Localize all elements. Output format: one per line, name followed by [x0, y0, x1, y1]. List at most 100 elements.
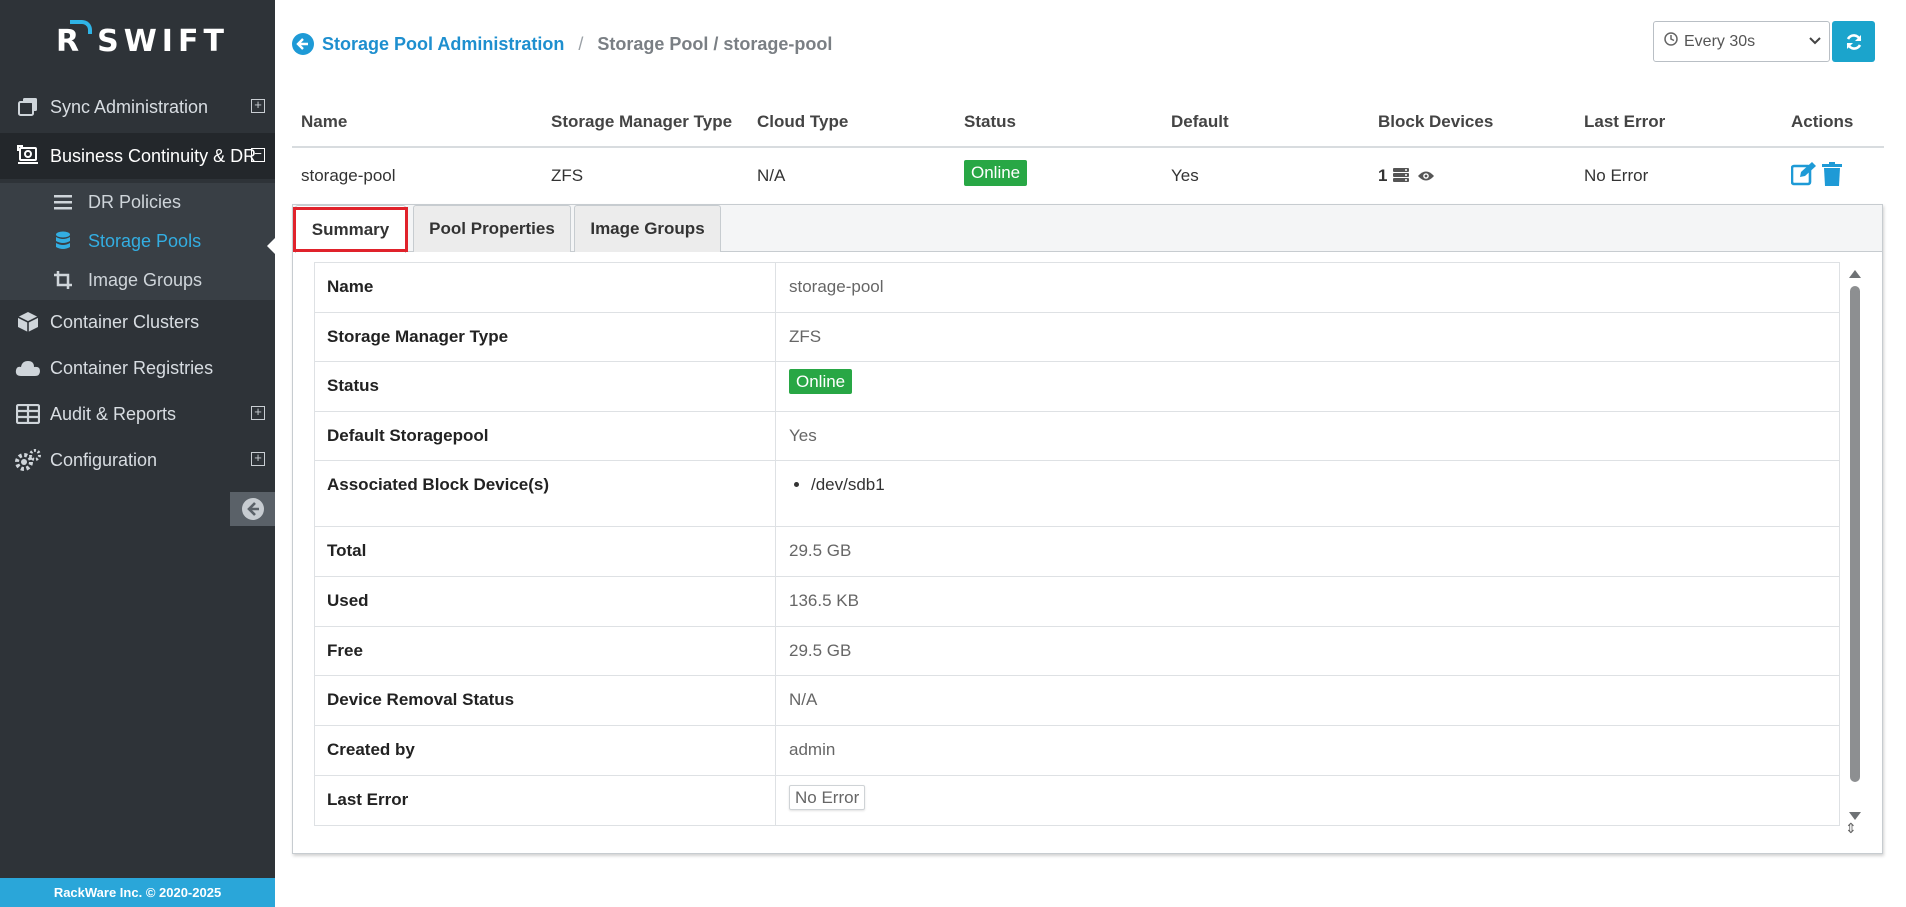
resize-handle-icon[interactable]: ⇕	[1845, 820, 1857, 837]
scrollbar[interactable]	[1846, 262, 1864, 837]
collapse-sidebar-button[interactable]	[230, 492, 275, 526]
summary-row-type: Storage Manager Type ZFS	[314, 313, 1840, 362]
sidebar-item-audit-reports[interactable]: Audit & Reports +	[0, 391, 275, 437]
sidebar-item-business-continuity[interactable]: Business Continuity & DR −	[0, 133, 275, 179]
summary-value: No Error	[789, 785, 866, 810]
copy-icon	[14, 95, 42, 119]
summary-key: Storage Manager Type	[315, 313, 776, 361]
col-block-devices[interactable]: Block Devices	[1378, 112, 1493, 132]
status-badge: Online	[964, 160, 1028, 186]
sidebar-item-dr-policies[interactable]: DR Policies	[0, 183, 275, 221]
summary-row-total: Total 29.5 GB	[314, 527, 1840, 577]
refresh-button[interactable]	[1832, 21, 1875, 62]
scroll-up-arrow[interactable]	[1849, 270, 1861, 278]
arrow-left-circle-icon	[241, 498, 264, 520]
sidebar-item-label: Audit & Reports	[50, 403, 177, 424]
summary-key: Name	[315, 263, 776, 312]
database-icon	[52, 231, 74, 251]
table-header: Name Storage Manager Type Cloud Type Sta…	[292, 100, 1884, 148]
summary-value: 29.5 GB	[789, 641, 852, 660]
sidebar-item-label: Business Continuity & DR	[50, 145, 257, 166]
cell-name: storage-pool	[301, 166, 396, 185]
view-eye-icon[interactable]	[1417, 168, 1435, 188]
sidebar-item-image-groups[interactable]: Image Groups	[0, 261, 275, 299]
edit-icon[interactable]	[1790, 162, 1817, 191]
summary-key: Associated Block Device(s)	[315, 461, 776, 526]
list-icon	[52, 192, 74, 212]
collapse-icon[interactable]: −	[251, 147, 265, 162]
logo: R SWIFT	[56, 19, 229, 59]
table-icon	[14, 402, 42, 426]
cell-cloud-type: N/A	[757, 166, 786, 185]
summary-value: /dev/sdb1	[789, 475, 885, 495]
summary-value: Online	[789, 369, 853, 394]
tab-image-groups[interactable]: Image Groups	[574, 205, 721, 252]
summary-value: admin	[789, 740, 836, 759]
sidebar-item-container-clusters[interactable]: Container Clusters	[0, 299, 275, 345]
chevron-down-icon	[1809, 34, 1821, 53]
summary-row-status: Status Online	[314, 362, 1840, 412]
sidebar-item-label: Container Registries	[50, 357, 214, 378]
refresh-interval-select[interactable]: Every 30s	[1653, 21, 1830, 62]
breadcrumb: Storage Pool Administration / Storage Po…	[292, 33, 832, 55]
sidebar-item-label: Sync Administration	[50, 96, 209, 117]
summary-key: Free	[315, 627, 776, 675]
col-default[interactable]: Default	[1171, 112, 1229, 132]
summary-key: Total	[315, 527, 776, 576]
breadcrumb-link[interactable]: Storage Pool Administration	[322, 34, 564, 55]
tab-summary[interactable]: Summary	[295, 205, 406, 253]
breadcrumb-separator: /	[578, 33, 584, 54]
summary-key: Used	[315, 577, 776, 626]
summary-row-removal: Device Removal Status N/A	[314, 676, 1840, 726]
crop-icon	[52, 270, 74, 290]
sidebar-item-label: Storage Pools	[88, 230, 202, 251]
col-actions: Actions	[1791, 112, 1854, 131]
summary-key: Last Error	[315, 776, 776, 825]
last-error-box: No Error	[789, 785, 866, 810]
logo-word: SWIFT	[97, 23, 229, 59]
sidebar-item-label: Container Clusters	[50, 311, 200, 332]
delete-icon[interactable]	[1822, 162, 1842, 191]
server-icon	[1393, 167, 1409, 188]
summary-key: Device Removal Status	[315, 676, 776, 725]
col-name[interactable]: Name	[301, 112, 347, 132]
col-manager-type[interactable]: Storage Manager Type	[551, 112, 732, 132]
sidebar-item-storage-pools[interactable]: Storage Pools	[0, 222, 275, 260]
summary-key: Default Storagepool	[315, 412, 776, 460]
gears-icon	[14, 448, 42, 472]
summary-value: ZFS	[789, 327, 822, 346]
cloud-icon	[14, 356, 42, 380]
back-arrow-icon[interactable]	[292, 33, 314, 55]
sidebar: R SWIFT Sync Administration + Business C…	[0, 0, 276, 907]
col-last-error[interactable]: Last Error	[1584, 112, 1665, 132]
expand-icon[interactable]: +	[251, 405, 265, 420]
cell-manager-type: ZFS	[551, 166, 584, 185]
cell-block-devices-count: 1	[1378, 166, 1388, 185]
table-row[interactable]: storage-pool ZFS N/A Online Yes 1 No Err…	[292, 150, 1884, 202]
copyright-footer: RackWare Inc. © 2020-2025	[0, 878, 275, 907]
summary-row-created: Created by admin	[314, 726, 1840, 776]
sidebar-item-configuration[interactable]: Configuration +	[0, 437, 275, 483]
summary-key: Created by	[315, 726, 776, 775]
cell-default: Yes	[1171, 166, 1199, 185]
summary-row-free: Free 29.5 GB	[314, 627, 1840, 676]
summary-row-error: Last Error No Error	[314, 776, 1840, 826]
col-status[interactable]: Status	[964, 112, 1016, 132]
expand-icon[interactable]: +	[251, 451, 265, 466]
sidebar-item-sync-administration[interactable]: Sync Administration +	[0, 84, 275, 130]
selection-pointer	[267, 237, 276, 255]
device-item: /dev/sdb1	[811, 475, 885, 495]
summary-row-name: Name storage-pool	[314, 262, 1840, 313]
summary-row-default: Default Storagepool Yes	[314, 412, 1840, 461]
sidebar-item-container-registries[interactable]: Container Registries	[0, 345, 275, 391]
dr-icon	[14, 144, 42, 168]
tab-pool-properties[interactable]: Pool Properties	[413, 205, 571, 252]
expand-icon[interactable]: +	[251, 98, 265, 113]
tab-bar: Summary Pool Properties Image Groups	[293, 205, 1882, 253]
scroll-down-arrow[interactable]	[1849, 812, 1861, 820]
scroll-thumb[interactable]	[1850, 286, 1860, 782]
summary-row-devices: Associated Block Device(s) /dev/sdb1	[314, 461, 1840, 527]
summary-row-used: Used 136.5 KB	[314, 577, 1840, 627]
clock-icon	[1664, 32, 1678, 51]
col-cloud-type[interactable]: Cloud Type	[757, 112, 848, 132]
